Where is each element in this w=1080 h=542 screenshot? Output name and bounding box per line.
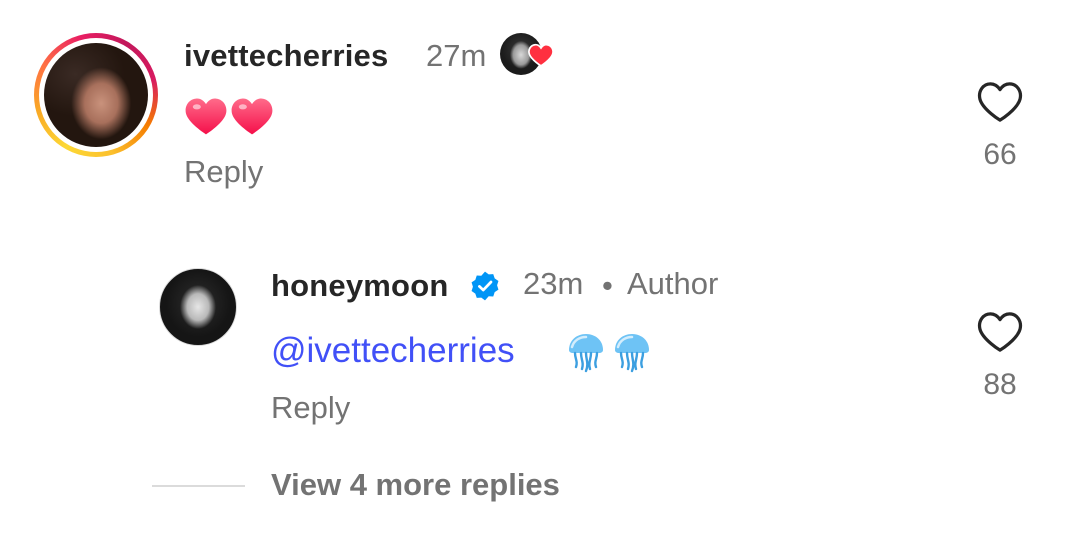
verified-badge-icon [471, 271, 499, 301]
comment-text: ❤️❤️ [184, 95, 304, 139]
comment-avatar [44, 43, 148, 147]
liked-by-creator-badge [500, 33, 554, 77]
reply-avatar[interactable] [159, 268, 237, 346]
heart-filled-icon [528, 43, 554, 67]
comment-avatar-story-ring[interactable] [34, 33, 158, 157]
comment-username[interactable]: ivettecherries [184, 38, 388, 74]
heart-outline-icon[interactable] [977, 311, 1023, 353]
heart-emoji-icon [231, 98, 273, 135]
comment-time: 27m [426, 38, 487, 73]
thread-divider [152, 485, 245, 487]
separator-dot: • [602, 268, 613, 303]
reply-username[interactable]: honeymoon [271, 268, 448, 304]
heart-emoji-icon [185, 98, 227, 135]
reply-emoji: 🪼🪼 [566, 332, 656, 378]
like-count: 66 [983, 138, 1017, 171]
reply-button[interactable]: Reply [271, 390, 350, 426]
author-label: Author [627, 266, 719, 301]
avatar-ring-gap [39, 38, 153, 152]
like-count: 88 [983, 368, 1017, 401]
heart-outline-icon[interactable] [977, 81, 1023, 123]
jellyfish-emoji-icon [615, 334, 649, 373]
reply-time: 23m [523, 266, 584, 301]
reply-button[interactable]: Reply [184, 154, 263, 190]
mention-link[interactable]: @ivettecherries [271, 331, 515, 371]
jellyfish-emoji-icon [569, 334, 603, 373]
view-more-replies-button[interactable]: View 4 more replies [271, 467, 560, 503]
